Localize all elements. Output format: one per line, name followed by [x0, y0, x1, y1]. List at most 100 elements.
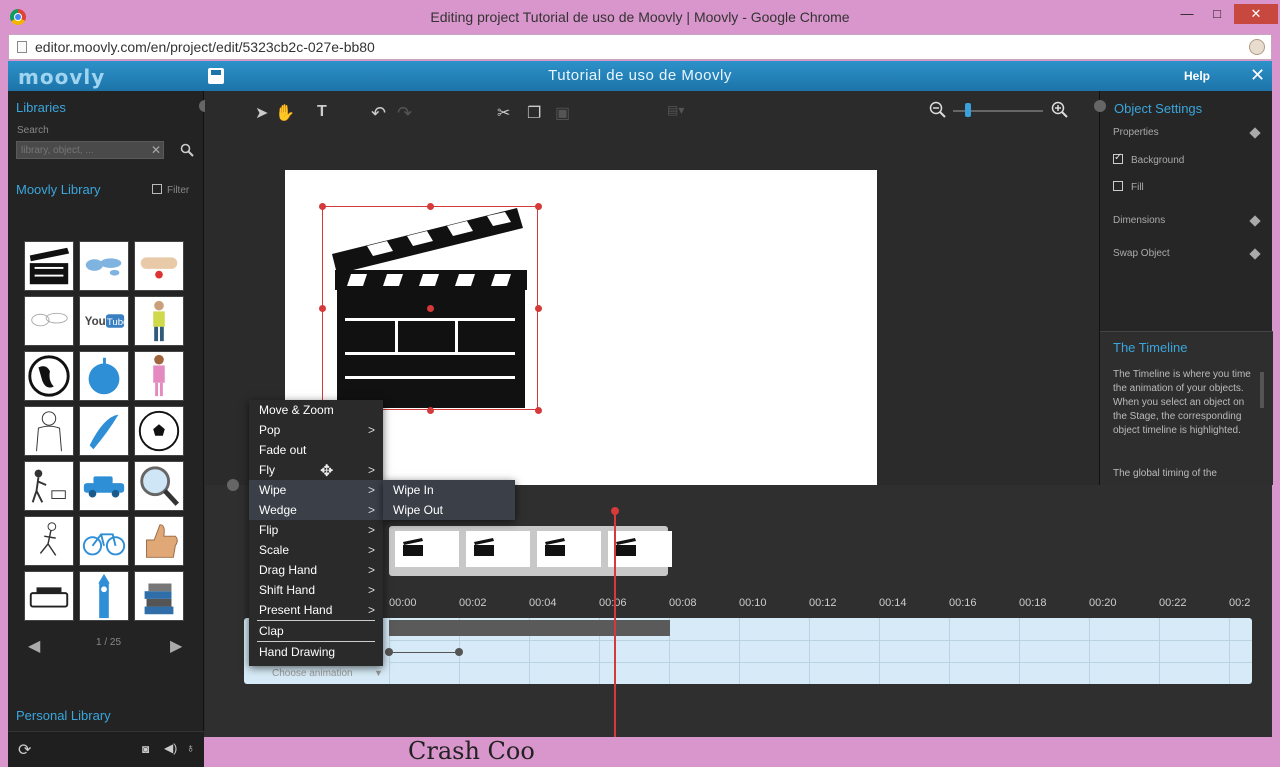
- woman-thumb[interactable]: [134, 351, 184, 401]
- align-icon[interactable]: ▤▾: [667, 103, 684, 117]
- text-tool-icon[interactable]: T: [317, 103, 327, 121]
- dimensions-label[interactable]: Dimensions: [1113, 215, 1165, 226]
- thumbs-up-thumb[interactable]: [134, 516, 184, 566]
- copy-icon[interactable]: ❐: [527, 103, 541, 123]
- books-thumb[interactable]: [134, 571, 184, 621]
- speaker-icon[interactable]: ◀): [164, 741, 177, 755]
- search-icon[interactable]: [180, 143, 194, 157]
- man-thumb[interactable]: [134, 296, 184, 346]
- refresh-icon[interactable]: ⟳: [18, 740, 31, 760]
- resize-handle[interactable]: [319, 203, 326, 210]
- resize-handle[interactable]: [319, 305, 326, 312]
- runner-thumb[interactable]: [24, 516, 74, 566]
- hand-tool-icon[interactable]: ✋: [275, 103, 295, 123]
- paste-icon[interactable]: ▣: [555, 103, 570, 123]
- url-text[interactable]: editor.moovly.com/en/project/edit/5323cb…: [35, 39, 375, 55]
- animation-start-dot[interactable]: [385, 648, 393, 656]
- resize-handle[interactable]: [427, 203, 434, 210]
- filter-checkbox[interactable]: Filter: [152, 184, 189, 196]
- menu-item-shift-hand[interactable]: Shift Hand >: [249, 580, 383, 600]
- maximize-button[interactable]: □: [1206, 4, 1228, 24]
- background-checkbox[interactable]: Background: [1113, 152, 1184, 166]
- undo-icon[interactable]: ↶: [371, 103, 386, 124]
- library-search-input[interactable]: [16, 141, 164, 159]
- redo-icon[interactable]: ↷: [397, 103, 412, 124]
- moovly-library-title[interactable]: Moovly Library: [16, 182, 101, 197]
- animation-menu: Move & Zoom Pop > Fade out Fly > Wipe > Wed…: [249, 400, 383, 666]
- scroll-thumb[interactable]: [134, 241, 184, 291]
- preview-frame[interactable]: [466, 531, 530, 567]
- properties-label[interactable]: Properties: [1113, 127, 1159, 138]
- youtube-thumb[interactable]: You Tube: [79, 296, 129, 346]
- minimize-button[interactable]: —: [1176, 4, 1198, 24]
- close-editor-button[interactable]: ✕: [1250, 65, 1265, 86]
- swap-object-label[interactable]: Swap Object: [1113, 248, 1170, 259]
- menu-item-drag-hand[interactable]: Drag Hand >: [249, 560, 383, 580]
- menu-item-pop[interactable]: Pop >: [249, 420, 383, 440]
- dimensions-expand-icon[interactable]: [1249, 215, 1261, 227]
- bicycle-thumb[interactable]: [79, 516, 129, 566]
- zoom-in-icon[interactable]: [1051, 101, 1069, 119]
- pointer-tool-icon[interactable]: ➤: [255, 103, 268, 123]
- menu-item-clap[interactable]: Clap: [249, 621, 383, 641]
- resize-handle[interactable]: [535, 203, 542, 210]
- soccer-ball-thumb[interactable]: [134, 406, 184, 456]
- menu-item-move-zoom[interactable]: Move & Zoom: [249, 400, 383, 420]
- playhead-line[interactable]: [614, 511, 616, 737]
- magnifier-thumb[interactable]: [134, 461, 184, 511]
- animation-end-dot[interactable]: [455, 648, 463, 656]
- window-close-button[interactable]: ✕: [1234, 4, 1278, 24]
- banana-thumb[interactable]: [79, 406, 129, 456]
- submenu-item-wipe-in[interactable]: Wipe In: [383, 480, 515, 500]
- preview-frame[interactable]: [537, 531, 601, 567]
- runner-cart-thumb[interactable]: [24, 461, 74, 511]
- collapse-settings-button[interactable]: [1094, 100, 1106, 112]
- preview-frame[interactable]: [608, 531, 672, 567]
- car-thumb[interactable]: [79, 461, 129, 511]
- address-bar[interactable]: editor.moovly.com/en/project/edit/5323cb…: [8, 34, 1272, 60]
- prev-page-arrow-icon[interactable]: ◀: [28, 636, 40, 656]
- fill-checkbox[interactable]: Fill: [1113, 181, 1144, 193]
- swap-object-expand-icon[interactable]: [1249, 248, 1261, 260]
- clear-search-icon[interactable]: ✕: [151, 143, 161, 157]
- zoom-out-icon[interactable]: [929, 101, 947, 119]
- next-page-arrow-icon[interactable]: ▶: [170, 636, 182, 656]
- clapperboard-thumb[interactable]: [24, 241, 74, 291]
- menu-item-fade-out[interactable]: Fade out: [249, 440, 383, 460]
- cut-icon[interactable]: ✂: [497, 103, 510, 123]
- object-duration-bar[interactable]: [389, 620, 670, 636]
- collapse-timeline-button[interactable]: [227, 479, 239, 491]
- menu-item-scale[interactable]: Scale >: [249, 540, 383, 560]
- preview-frame[interactable]: [395, 531, 459, 567]
- center-handle[interactable]: [427, 305, 434, 312]
- camera-icon[interactable]: ◙: [142, 742, 149, 756]
- personal-library-title[interactable]: Personal Library: [16, 708, 111, 723]
- menu-item-hand-drawing[interactable]: Hand Drawing: [249, 642, 383, 662]
- microphone-icon[interactable]: ♁: [186, 741, 195, 755]
- animation-duration-line[interactable]: [389, 652, 459, 653]
- businessman-thumb[interactable]: [24, 406, 74, 456]
- menu-item-flip[interactable]: Flip >: [249, 520, 383, 540]
- help-scrollbar[interactable]: [1260, 372, 1264, 408]
- zoom-slider-handle[interactable]: [965, 103, 971, 117]
- resize-handle[interactable]: [427, 407, 434, 414]
- menu-item-present-hand[interactable]: Present Hand >: [249, 600, 383, 620]
- big-ben-thumb[interactable]: [79, 571, 129, 621]
- help-menu[interactable]: Help: [1184, 69, 1210, 83]
- world-outline-thumb[interactable]: [24, 296, 74, 346]
- choose-animation-dropdown[interactable]: Choose animation: [272, 668, 353, 679]
- menu-item-fly[interactable]: Fly >: [249, 460, 383, 480]
- extension-icon[interactable]: [1249, 39, 1265, 55]
- typewriter-thumb[interactable]: [24, 571, 74, 621]
- resize-handle[interactable]: [535, 305, 542, 312]
- apple-thumb[interactable]: [79, 351, 129, 401]
- submenu-item-wipe-out[interactable]: Wipe Out: [383, 500, 515, 520]
- resize-handle[interactable]: [535, 407, 542, 414]
- world-map-thumb[interactable]: [79, 241, 129, 291]
- properties-expand-icon[interactable]: [1249, 127, 1261, 139]
- object-timeline-track[interactable]: Choose animation ▼: [244, 618, 1252, 684]
- menu-item-wedge[interactable]: Wedge >: [249, 500, 383, 520]
- chevron-down-icon[interactable]: ▼: [374, 668, 383, 678]
- menu-item-wipe[interactable]: Wipe >: [249, 480, 383, 500]
- globe-thumb[interactable]: [24, 351, 74, 401]
